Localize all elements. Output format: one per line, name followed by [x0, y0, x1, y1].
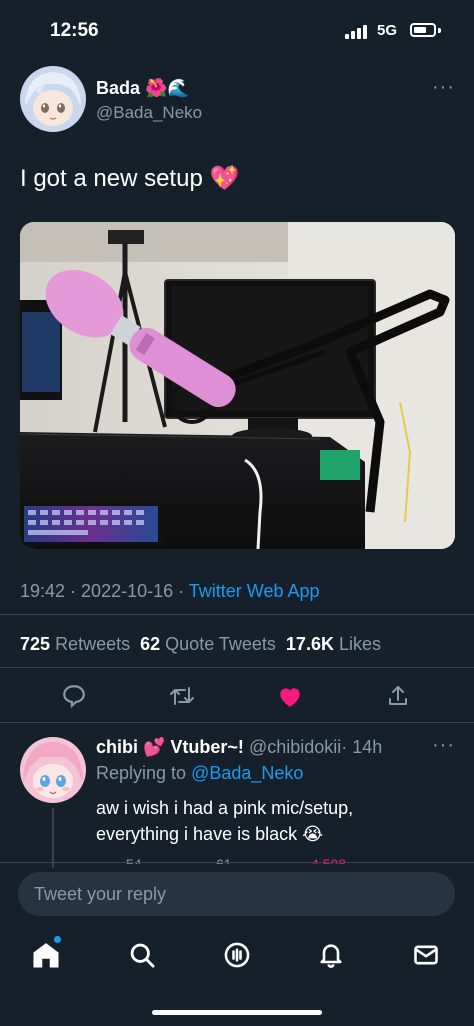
reply-author-handle[interactable]: @chibidokii [249, 737, 341, 757]
tweet-stats: 725 Retweets 62 Quote Tweets 17.6K Likes [20, 634, 381, 655]
battery-tip [438, 28, 441, 33]
network-type: 5G [377, 22, 398, 39]
meta-separator: · [65, 581, 82, 601]
likes-stat[interactable]: 17.6K Likes [286, 634, 381, 654]
retweets-stat[interactable]: 725 Retweets [20, 634, 130, 654]
new-content-dot [54, 936, 61, 943]
author-name[interactable]: Bada 🌺🌊 [96, 78, 190, 99]
reply-avatar[interactable] [20, 737, 86, 803]
share-icon[interactable] [382, 680, 414, 712]
battery-icon [410, 23, 436, 37]
tweet-time: 19:42 [20, 581, 66, 601]
author-handle[interactable]: @Bada_Neko [96, 103, 202, 123]
tweet-meta: 19:42 · 2022-10-16 · Twitter Web App [20, 581, 320, 602]
notifications-icon[interactable] [314, 938, 348, 972]
reply-icon[interactable] [58, 680, 90, 712]
home-icon[interactable] [29, 938, 63, 972]
thread-line [52, 808, 54, 868]
composer-divider [0, 862, 474, 863]
messages-icon[interactable] [409, 938, 443, 972]
retweets-label: Retweets [55, 634, 131, 654]
retweets-count: 725 [20, 634, 51, 654]
likes-label: Likes [338, 634, 382, 654]
composer-placeholder[interactable]: Tweet your reply [34, 884, 166, 905]
more-options-icon[interactable]: ··· [432, 76, 455, 99]
reply-time: · 14h [341, 737, 383, 757]
meta-separator: · [173, 581, 189, 601]
quotes-label: Quote Tweets [165, 634, 276, 654]
reply-text: aw i wish i had a pink mic/setup, everyt… [96, 798, 354, 844]
retweet-icon[interactable] [166, 680, 198, 712]
search-icon[interactable] [125, 938, 159, 972]
divider [0, 614, 474, 615]
divider [0, 722, 474, 723]
author-avatar[interactable] [20, 66, 86, 132]
replying-to: Replying to @Bada_Neko [96, 763, 303, 784]
quotes-count: 62 [140, 634, 161, 654]
reply-header: chibi 💕 Vtuber~! @chibidokii· 14h [96, 737, 382, 758]
spaces-icon[interactable] [220, 938, 254, 972]
like-icon[interactable] [274, 680, 306, 712]
home-indicator[interactable] [152, 1010, 322, 1015]
replying-handle[interactable]: @Bada_Neko [191, 763, 303, 783]
tweet-text: I got a new setup 💖 [20, 165, 240, 192]
divider [0, 667, 474, 668]
tweet-date: 2022-10-16 [81, 581, 174, 601]
likes-count: 17.6K [285, 634, 334, 654]
reply-author-name[interactable]: chibi 💕 Vtuber~! [96, 737, 244, 757]
replying-label: Replying to [96, 763, 187, 783]
reply-more-options-icon[interactable]: ··· [432, 734, 455, 757]
tweet-source[interactable]: Twitter Web App [189, 581, 320, 601]
status-time: 12:56 [50, 20, 99, 41]
quotes-stat[interactable]: 62 Quote Tweets [140, 634, 276, 654]
signal-icon [345, 23, 371, 39]
tweet-photo[interactable] [20, 222, 455, 549]
